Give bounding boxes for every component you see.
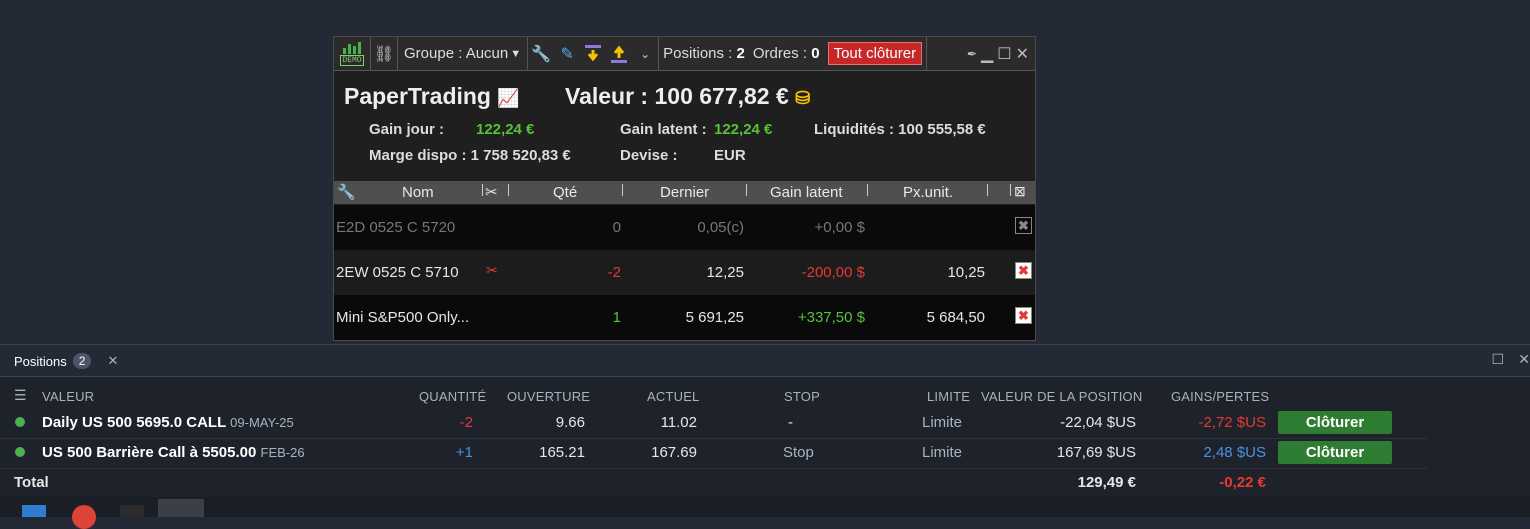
chevron-down-icon: ▼ bbox=[510, 47, 522, 60]
account-value: Valeur : 100 677,82 € ⛁ bbox=[565, 83, 811, 109]
edit-icon[interactable]: ✎ bbox=[554, 37, 580, 70]
move-up-icon[interactable] bbox=[606, 37, 632, 70]
close-icon[interactable]: ✕ bbox=[1016, 44, 1029, 64]
position-row[interactable]: US 500 Barrière Call à 5505.00 FEB-26 +1… bbox=[0, 438, 1428, 469]
move-down-icon[interactable] bbox=[580, 37, 606, 70]
demo-label: DEMO bbox=[340, 54, 364, 66]
close-position-icon[interactable]: ✖ bbox=[1015, 307, 1032, 324]
candlestick-icon bbox=[343, 41, 361, 54]
chevron-down-icon[interactable]: ⌄ bbox=[632, 37, 658, 70]
gain-jour-value: 122,24 € bbox=[476, 121, 535, 138]
gain-latent-value: 122,24 € bbox=[714, 121, 773, 138]
liquidites: Liquidités : 100 555,58 € bbox=[814, 121, 986, 138]
tab-positions[interactable]: Positions 2 ✕ bbox=[14, 353, 118, 369]
table-header: 🔧 Nom ✂ Qté Dernier Gain latent Px.unit.… bbox=[334, 181, 1035, 204]
col-ouverture: OUVERTURE bbox=[507, 389, 591, 404]
close-all-box-icon[interactable]: ⊠ bbox=[1014, 183, 1026, 200]
col-gain-latent[interactable]: Gain latent bbox=[770, 184, 843, 201]
table-row[interactable]: 2EW 0525 C 5710 ✂ -2 12,25 -200,00 $ 10,… bbox=[334, 250, 1035, 295]
col-limite: LIMITE bbox=[927, 389, 971, 404]
col-valeur-position: VALEUR DE LA POSITION bbox=[981, 389, 1143, 404]
menu-icon[interactable]: ☰ bbox=[14, 387, 27, 404]
col-dernier[interactable]: Dernier bbox=[660, 184, 709, 201]
trading-app-active-icon[interactable] bbox=[158, 499, 204, 517]
scissors-icon[interactable]: ✂ bbox=[485, 183, 498, 201]
devise-value: EUR bbox=[714, 147, 746, 164]
table-row[interactable]: E2D 0525 C 5720 0 0,05(c) +0,00 $ ✖ bbox=[334, 205, 1035, 250]
gain-jour-label: Gain jour : bbox=[369, 121, 444, 138]
close-all-button[interactable]: Tout clôturer bbox=[827, 42, 923, 65]
col-qte[interactable]: Qté bbox=[553, 184, 577, 201]
maximize-panel-icon[interactable]: ☐ bbox=[1491, 351, 1504, 368]
col-actuel: ACTUEL bbox=[647, 389, 700, 404]
coins-tree-icon[interactable]: ⛁ bbox=[795, 88, 810, 108]
total-row: Total 129,49 € -0,22 € bbox=[14, 474, 1266, 491]
pin-icon[interactable]: ✒ bbox=[967, 47, 977, 61]
panel-tabs: Positions 2 ✕ ☐ ✕ bbox=[0, 345, 1530, 377]
browser-icon[interactable] bbox=[72, 505, 96, 529]
maximize-icon[interactable]: ☐ bbox=[997, 44, 1011, 64]
orders-count: Ordres : 0 bbox=[752, 45, 820, 62]
link-icon[interactable]: ⛓ bbox=[371, 37, 397, 70]
demo-badge: DEMO bbox=[334, 37, 370, 70]
scissors-icon[interactable]: ✂ bbox=[486, 262, 498, 279]
col-px-unit[interactable]: Px.unit. bbox=[903, 184, 953, 201]
wrench-icon[interactable]: 🔧 bbox=[528, 37, 554, 70]
group-select-label: Groupe : Aucun bbox=[404, 45, 509, 62]
positions-panel: Positions 2 ✕ ☐ ✕ ☰ VALEUR QUANTITÉ OUVE… bbox=[0, 344, 1530, 498]
trading-app-icon[interactable] bbox=[120, 505, 144, 517]
app-icon[interactable] bbox=[22, 505, 46, 517]
minimize-icon[interactable]: ▁ bbox=[981, 44, 993, 64]
col-gains-pertes: GAINS/PERTES bbox=[1171, 389, 1270, 404]
status-dot bbox=[15, 447, 25, 457]
account-name: PaperTrading 📈 bbox=[344, 83, 520, 109]
close-position-button[interactable]: Clôturer bbox=[1278, 411, 1392, 434]
chart-coins-icon[interactable]: 📈 bbox=[497, 88, 519, 108]
close-position-icon[interactable]: ✖ bbox=[1015, 217, 1032, 234]
close-panel-icon[interactable]: ✕ bbox=[1518, 351, 1530, 368]
close-position-icon[interactable]: ✖ bbox=[1015, 262, 1032, 279]
close-tab-icon[interactable]: ✕ bbox=[107, 353, 118, 369]
position-row[interactable]: Daily US 500 5695.0 CALL 09-MAY-25 -2 9.… bbox=[0, 408, 1428, 439]
devise-label: Devise : bbox=[620, 147, 678, 164]
wrench-icon[interactable]: 🔧 bbox=[337, 183, 356, 201]
portfolio-window: DEMO ⛓ Groupe : Aucun ▼ 🔧 ✎ ⌄ Positions … bbox=[333, 36, 1036, 341]
window-toolbar: DEMO ⛓ Groupe : Aucun ▼ 🔧 ✎ ⌄ Positions … bbox=[334, 37, 1035, 71]
taskbar bbox=[0, 497, 1530, 529]
col-stop: STOP bbox=[784, 389, 820, 404]
positions-count: Positions : 2 bbox=[663, 45, 745, 62]
col-valeur: VALEUR bbox=[42, 389, 95, 404]
group-select[interactable]: Groupe : Aucun ▼ bbox=[398, 45, 527, 62]
status-dot bbox=[15, 417, 25, 427]
col-quantite: QUANTITÉ bbox=[419, 389, 487, 404]
col-nom[interactable]: Nom bbox=[402, 184, 434, 201]
close-position-button[interactable]: Clôturer bbox=[1278, 441, 1392, 464]
table-row[interactable]: Mini S&P500 Only... 1 5 691,25 +337,50 $… bbox=[334, 295, 1035, 340]
positions-count-badge: 2 bbox=[72, 353, 92, 369]
marge-dispo: Marge dispo : 1 758 520,83 € bbox=[369, 147, 571, 164]
gain-latent-label: Gain latent : bbox=[620, 121, 707, 138]
window-controls: ✒ ▁ ☐ ✕ bbox=[967, 44, 1035, 64]
